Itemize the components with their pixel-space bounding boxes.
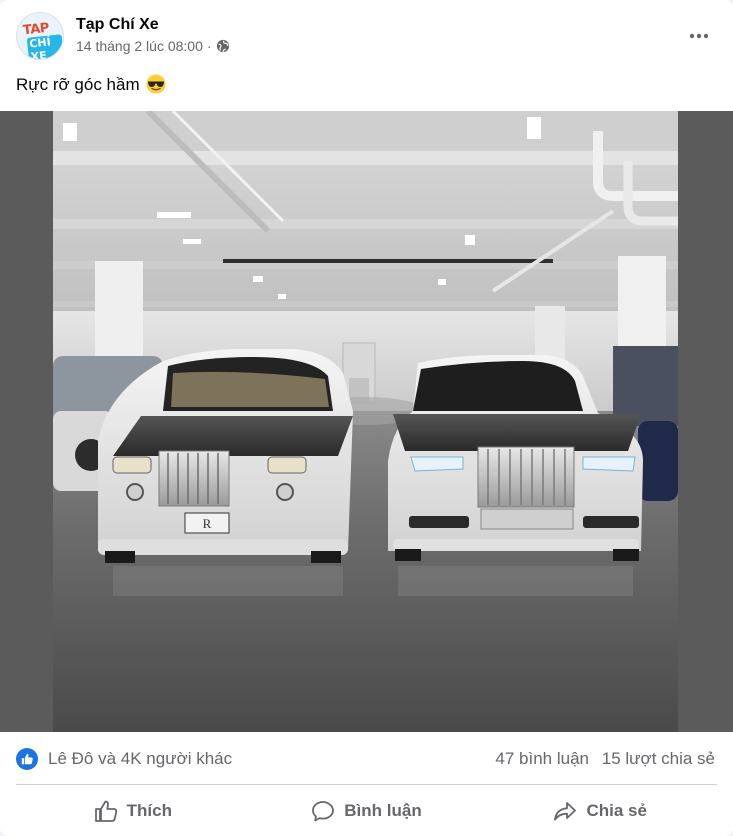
like-reaction-icon[interactable] (16, 748, 38, 770)
globe-icon[interactable] (216, 39, 230, 53)
page-name-link[interactable]: Tạp Chí Xe (76, 15, 230, 35)
reactors-link[interactable]: Lê Đô và 4K người khác (48, 749, 487, 769)
share-button-label: Chia sẻ (586, 801, 647, 820)
like-button-label: Thích (126, 801, 172, 820)
share-button[interactable]: Chia sẻ (483, 790, 717, 832)
post-stats: Lê Đô và 4K người khác 47 bình luận 15 l… (16, 744, 715, 774)
actions-divider (16, 784, 717, 785)
sunglasses-emoji-icon (146, 74, 166, 94)
separator-dot: · (206, 38, 212, 54)
share-arrow-icon (554, 802, 577, 821)
page-avatar[interactable]: TAP CHÍ XE (16, 12, 64, 60)
garage-cars-photo: R (53, 111, 678, 732)
like-button[interactable]: Thích (16, 790, 250, 832)
post-media: R (0, 111, 733, 732)
more-dots-icon (689, 33, 709, 39)
comment-button-label: Bình luận (344, 801, 422, 820)
stats-right: 47 bình luận 15 lượt chia sẻ (487, 749, 715, 769)
avatar-logo-bottom: CHÍ XE (26, 34, 63, 59)
svg-text:R: R (203, 516, 212, 531)
comments-count-link[interactable]: 47 bình luận (495, 749, 589, 768)
post-time-row: 14 tháng 2 lúc 08:00 · (76, 37, 230, 55)
more-options-button[interactable] (681, 18, 717, 54)
post-card: TAP CHÍ XE Tạp Chí Xe 14 tháng 2 lúc 08:… (0, 0, 733, 836)
thumbs-up-icon (94, 800, 117, 822)
post-caption: Rực rỡ góc hầm (16, 74, 166, 96)
comment-button[interactable]: Bình luận (250, 790, 484, 832)
post-meta: Tạp Chí Xe 14 tháng 2 lúc 08:00 · (76, 12, 230, 55)
post-header: TAP CHÍ XE Tạp Chí Xe 14 tháng 2 lúc 08:… (16, 12, 717, 62)
post-timestamp-link[interactable]: 14 tháng 2 lúc 08:00 (76, 37, 203, 55)
post-photo[interactable]: R (53, 111, 678, 732)
caption-text: Rực rỡ góc hầm (16, 75, 140, 94)
comment-bubble-icon (312, 801, 335, 822)
shares-count-link[interactable]: 15 lượt chia sẻ (602, 749, 715, 768)
post-actions: Thích Bình luận Chia sẻ (16, 790, 717, 832)
